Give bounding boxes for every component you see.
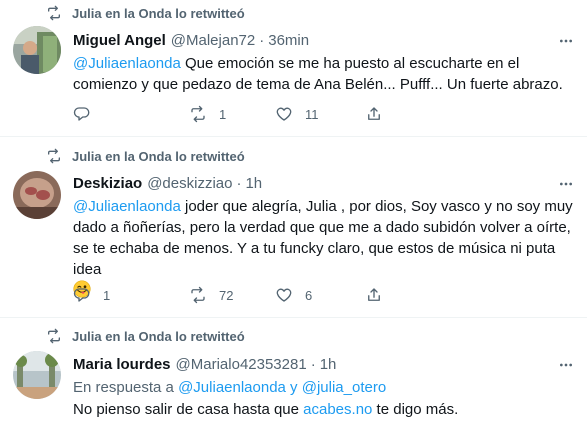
tweet-actions: 1 72 6 [73,285,393,305]
reply-and: y [285,379,302,396]
share-button[interactable] [365,285,383,305]
user-handle[interactable]: @deskizziao [147,175,232,192]
tweet-text: No pienso salir de casa hasta que acabes… [73,399,573,420]
more-icon [560,182,572,186]
retweet-context-label: Julia en la Onda lo retwitteó [72,5,245,21]
separator-dot: · [259,31,265,49]
more-options-button[interactable] [557,175,575,193]
avatar[interactable] [13,26,61,74]
like-count: 11 [305,106,319,122]
like-button[interactable]: 6 [275,285,312,305]
mention-link[interactable]: @Juliaenlaonda [73,198,181,215]
share-icon [368,288,380,301]
retweet-icon [48,5,60,21]
more-icon [560,363,572,367]
tweet[interactable]: Julia en la Onda lo retwitteó Miguel Ang… [0,0,587,137]
reply-count: 1 [103,287,111,303]
mention-link[interactable]: @Juliaenlaonda [73,55,181,72]
reply-icon [73,107,90,121]
tweet-text-body: No pienso salir de casa hasta que [73,401,304,418]
reply-icon [73,288,90,302]
tweet-text-body-end: te digo más. [372,401,459,418]
retweet-icon [191,286,205,304]
reply-context: En respuesta a @Juliaenlaonda y @julia_o… [73,377,573,398]
retweet-icon [48,148,60,164]
display-name[interactable]: Miguel Angel [73,32,166,49]
retweet-button[interactable]: 72 [189,285,233,305]
avatar[interactable] [13,351,61,399]
timestamp[interactable]: 1h [245,175,262,192]
reply-button[interactable] [73,104,103,124]
retweet-context-label: Julia en la Onda lo retwitteó [72,328,245,344]
mention-link[interactable]: @Juliaenlaonda [178,379,286,396]
retweet-icon [48,328,60,344]
display-name[interactable]: Maria lourdes [73,356,171,373]
retweet-context-label: Julia en la Onda lo retwitteó [72,148,245,164]
retweet-context[interactable]: Julia en la Onda lo retwitteó [46,147,245,165]
retweet-count: 72 [219,287,234,303]
user-handle[interactable]: @Malejan72 [171,32,255,49]
mention-link[interactable]: @julia_otero [302,379,386,396]
timestamp[interactable]: 1h [320,356,337,373]
share-button[interactable] [365,104,383,124]
timestamp[interactable]: 36min [268,32,309,49]
display-name[interactable]: Deskiziao [73,175,142,192]
tweet-header: Deskiziao @deskizziao · 1h [73,173,557,193]
retweet-button[interactable]: 1 [189,104,226,124]
tweet[interactable]: Julia en la Onda lo retwitteó Deskiziao … [0,137,587,318]
separator-dot: · [310,355,316,373]
retweet-icon [191,105,205,123]
reply-prefix: En respuesta a [73,379,179,396]
heart-icon [276,107,292,121]
retweet-context[interactable]: Julia en la Onda lo retwitteó [46,4,245,22]
heart-icon [276,288,292,302]
more-options-button[interactable] [557,356,575,374]
user-handle[interactable]: @Marialo42353281 [176,356,307,373]
url-link[interactable]: acabes.no [303,401,372,418]
share-icon [368,107,380,120]
like-count: 6 [305,287,313,303]
more-icon [560,39,572,43]
more-options-button[interactable] [557,32,575,50]
avatar[interactable] [13,171,61,219]
retweet-context[interactable]: Julia en la Onda lo retwitteó [46,327,245,345]
reply-button[interactable]: 1 [73,285,110,305]
separator-dot: · [236,174,242,192]
retweet-count: 1 [219,106,227,122]
like-button[interactable]: 11 [275,104,319,124]
tweet[interactable]: Julia en la Onda lo retwitteó Maria lour… [0,318,587,427]
tweet-text: @Juliaenlaonda Que emoción se me ha pues… [73,53,573,95]
tweet-actions: 1 11 [73,104,393,124]
tweet-header: Maria lourdes @Marialo42353281 · 1h [73,354,557,374]
tweet-header: Miguel Angel @Malejan72 · 36min [73,30,557,50]
